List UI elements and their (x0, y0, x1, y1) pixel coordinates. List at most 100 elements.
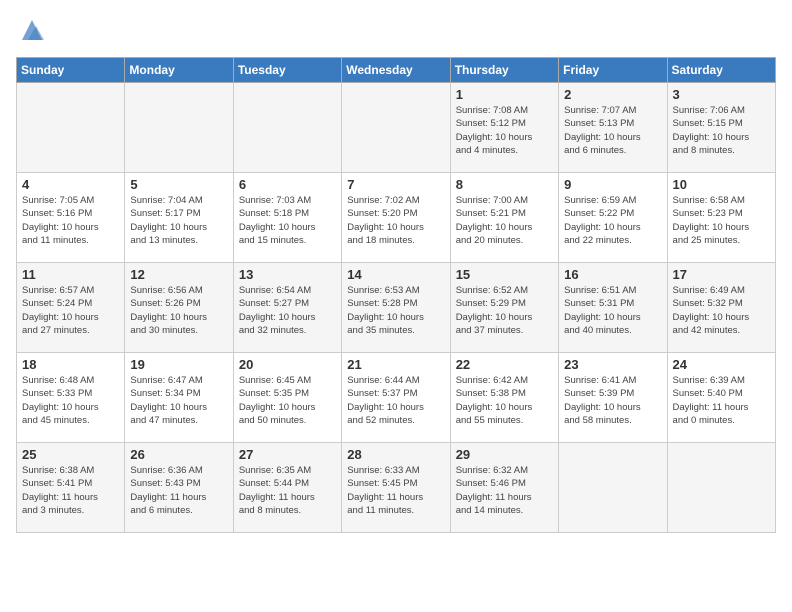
day-number: 24 (673, 357, 770, 372)
day-number: 6 (239, 177, 336, 192)
day-info: Sunrise: 6:44 AM Sunset: 5:37 PM Dayligh… (347, 374, 444, 427)
day-info: Sunrise: 6:32 AM Sunset: 5:46 PM Dayligh… (456, 464, 553, 517)
day-info: Sunrise: 7:08 AM Sunset: 5:12 PM Dayligh… (456, 104, 553, 157)
calendar-cell: 20Sunrise: 6:45 AM Sunset: 5:35 PM Dayli… (233, 353, 341, 443)
day-number: 5 (130, 177, 227, 192)
day-info: Sunrise: 6:39 AM Sunset: 5:40 PM Dayligh… (673, 374, 770, 427)
calendar-cell: 14Sunrise: 6:53 AM Sunset: 5:28 PM Dayli… (342, 263, 450, 353)
day-number: 29 (456, 447, 553, 462)
day-number: 18 (22, 357, 119, 372)
day-info: Sunrise: 6:48 AM Sunset: 5:33 PM Dayligh… (22, 374, 119, 427)
day-number: 26 (130, 447, 227, 462)
day-number: 17 (673, 267, 770, 282)
calendar-cell: 18 Sunrise: 6:48 AM Sunset: 5:33 PM Dayli… (17, 353, 125, 443)
calendar-cell (17, 83, 125, 173)
calendar-table: SundayMondayTuesdayWednesdayThursdayFrid… (16, 57, 776, 533)
calendar-cell (342, 83, 450, 173)
calendar-cell: 24 Sunrise: 6:39 AM Sunset: 5:40 PM Dayli… (667, 353, 775, 443)
calendar-cell: 8 Sunrise: 7:00 AM Sunset: 5:21 PM Daylig… (450, 173, 558, 263)
day-info: Sunrise: 6:58 AM Sunset: 5:23 PM Dayligh… (673, 194, 770, 247)
calendar-cell: 15 Sunrise: 6:52 AM Sunset: 5:29 PM Dayli… (450, 263, 558, 353)
day-number: 11 (22, 267, 119, 282)
day-info: Sunrise: 6:33 AM Sunset: 5:45 PM Dayligh… (347, 464, 444, 517)
calendar-cell: 1 Sunrise: 7:08 AM Sunset: 5:12 PM Daylig… (450, 83, 558, 173)
weekday-header-saturday: Saturday (667, 58, 775, 83)
calendar-week-1: 1 Sunrise: 7:08 AM Sunset: 5:12 PM Daylig… (17, 83, 776, 173)
calendar-week-3: 11 Sunrise: 6:57 AM Sunset: 5:24 PM Dayli… (17, 263, 776, 353)
day-number: 19 (130, 357, 227, 372)
weekday-header-monday: Monday (125, 58, 233, 83)
day-info: Sunrise: 6:57 AM Sunset: 5:24 PM Dayligh… (22, 284, 119, 337)
day-number: 7 (347, 177, 444, 192)
day-info: Sunrise: 6:38 AM Sunset: 5:41 PM Dayligh… (22, 464, 119, 517)
day-info: Sunrise: 6:59 AM Sunset: 5:22 PM Dayligh… (564, 194, 661, 247)
day-info: Sunrise: 6:49 AM Sunset: 5:32 PM Dayligh… (673, 284, 770, 337)
calendar-cell: 12 Sunrise: 6:56 AM Sunset: 5:26 PM Dayli… (125, 263, 233, 353)
day-number: 25 (22, 447, 119, 462)
day-info: Sunrise: 6:47 AM Sunset: 5:34 PM Dayligh… (130, 374, 227, 427)
day-number: 16 (564, 267, 661, 282)
day-info: Sunrise: 6:56 AM Sunset: 5:26 PM Dayligh… (130, 284, 227, 337)
day-number: 15 (456, 267, 553, 282)
day-number: 3 (673, 87, 770, 102)
calendar-cell: 25 Sunrise: 6:38 AM Sunset: 5:41 PM Dayli… (17, 443, 125, 533)
calendar-cell: 28 Sunrise: 6:33 AM Sunset: 5:45 PM Dayli… (342, 443, 450, 533)
page-header (16, 16, 776, 49)
logo (16, 16, 46, 49)
day-number: 27 (239, 447, 336, 462)
day-info: Sunrise: 7:00 AM Sunset: 5:21 PM Dayligh… (456, 194, 553, 247)
calendar-cell: 16 Sunrise: 6:51 AM Sunset: 5:31 PM Dayli… (559, 263, 667, 353)
calendar-cell: 19 Sunrise: 6:47 AM Sunset: 5:34 PM Dayli… (125, 353, 233, 443)
day-info: Sunrise: 6:52 AM Sunset: 5:29 PM Dayligh… (456, 284, 553, 337)
day-info: Sunrise: 6:35 AM Sunset: 5:44 PM Dayligh… (239, 464, 336, 517)
day-number: 12 (130, 267, 227, 282)
calendar-cell (233, 83, 341, 173)
day-info: Sunrise: 7:07 AM Sunset: 5:13 PM Dayligh… (564, 104, 661, 157)
day-number: 1 (456, 87, 553, 102)
day-info: Sunrise: 7:06 AM Sunset: 5:15 PM Dayligh… (673, 104, 770, 157)
day-info: Sunrise: 6:41 AM Sunset: 5:39 PM Dayligh… (564, 374, 661, 427)
calendar-week-4: 18 Sunrise: 6:48 AM Sunset: 5:33 PM Dayli… (17, 353, 776, 443)
day-number: 14 (347, 267, 444, 282)
calendar-cell: 3 Sunrise: 7:06 AM Sunset: 5:15 PM Daylig… (667, 83, 775, 173)
calendar-cell: 2 Sunrise: 7:07 AM Sunset: 5:13 PM Daylig… (559, 83, 667, 173)
calendar-cell: 27 Sunrise: 6:35 AM Sunset: 5:44 PM Dayli… (233, 443, 341, 533)
calendar-cell: 21 Sunrise: 6:44 AM Sunset: 5:37 PM Dayli… (342, 353, 450, 443)
calendar-cell: 10Sunrise: 6:58 AM Sunset: 5:23 PM Dayli… (667, 173, 775, 263)
day-number: 13 (239, 267, 336, 282)
day-info: Sunrise: 6:54 AM Sunset: 5:27 PM Dayligh… (239, 284, 336, 337)
day-number: 22 (456, 357, 553, 372)
day-number: 9 (564, 177, 661, 192)
day-number: 20 (239, 357, 336, 372)
day-number: 4 (22, 177, 119, 192)
logo-icon (18, 16, 46, 44)
calendar-cell (559, 443, 667, 533)
calendar-cell: 11 Sunrise: 6:57 AM Sunset: 5:24 PM Dayli… (17, 263, 125, 353)
weekday-header-tuesday: Tuesday (233, 58, 341, 83)
calendar-cell: 13 Sunrise: 6:54 AM Sunset: 5:27 PM Dayli… (233, 263, 341, 353)
day-info: Sunrise: 7:04 AM Sunset: 5:17 PM Dayligh… (130, 194, 227, 247)
day-info: Sunrise: 6:42 AM Sunset: 5:38 PM Dayligh… (456, 374, 553, 427)
calendar-cell: 23 Sunrise: 6:41 AM Sunset: 5:39 PM Dayli… (559, 353, 667, 443)
day-number: 23 (564, 357, 661, 372)
weekday-header-sunday: Sunday (17, 58, 125, 83)
day-info: Sunrise: 6:36 AM Sunset: 5:43 PM Dayligh… (130, 464, 227, 517)
calendar-cell: 22 Sunrise: 6:42 AM Sunset: 5:38 PM Dayli… (450, 353, 558, 443)
day-number: 8 (456, 177, 553, 192)
calendar-cell: 4 Sunrise: 7:05 AM Sunset: 5:16 PM Daylig… (17, 173, 125, 263)
calendar-cell: 26 Sunrise: 6:36 AM Sunset: 5:43 PM Dayli… (125, 443, 233, 533)
day-info: Sunrise: 6:51 AM Sunset: 5:31 PM Dayligh… (564, 284, 661, 337)
weekday-header-wednesday: Wednesday (342, 58, 450, 83)
day-info: Sunrise: 7:05 AM Sunset: 5:16 PM Dayligh… (22, 194, 119, 247)
day-number: 2 (564, 87, 661, 102)
calendar-week-2: 4 Sunrise: 7:05 AM Sunset: 5:16 PM Daylig… (17, 173, 776, 263)
calendar-cell: 5 Sunrise: 7:04 AM Sunset: 5:17 PM Daylig… (125, 173, 233, 263)
calendar-cell: 17 Sunrise: 6:49 AM Sunset: 5:32 PM Dayli… (667, 263, 775, 353)
weekday-header-friday: Friday (559, 58, 667, 83)
day-info: Sunrise: 7:03 AM Sunset: 5:18 PM Dayligh… (239, 194, 336, 247)
day-number: 21 (347, 357, 444, 372)
calendar-week-5: 25 Sunrise: 6:38 AM Sunset: 5:41 PM Dayli… (17, 443, 776, 533)
calendar-cell: 9 Sunrise: 6:59 AM Sunset: 5:22 PM Daylig… (559, 173, 667, 263)
calendar-cell: 7Sunrise: 7:02 AM Sunset: 5:20 PM Daylig… (342, 173, 450, 263)
day-number: 28 (347, 447, 444, 462)
